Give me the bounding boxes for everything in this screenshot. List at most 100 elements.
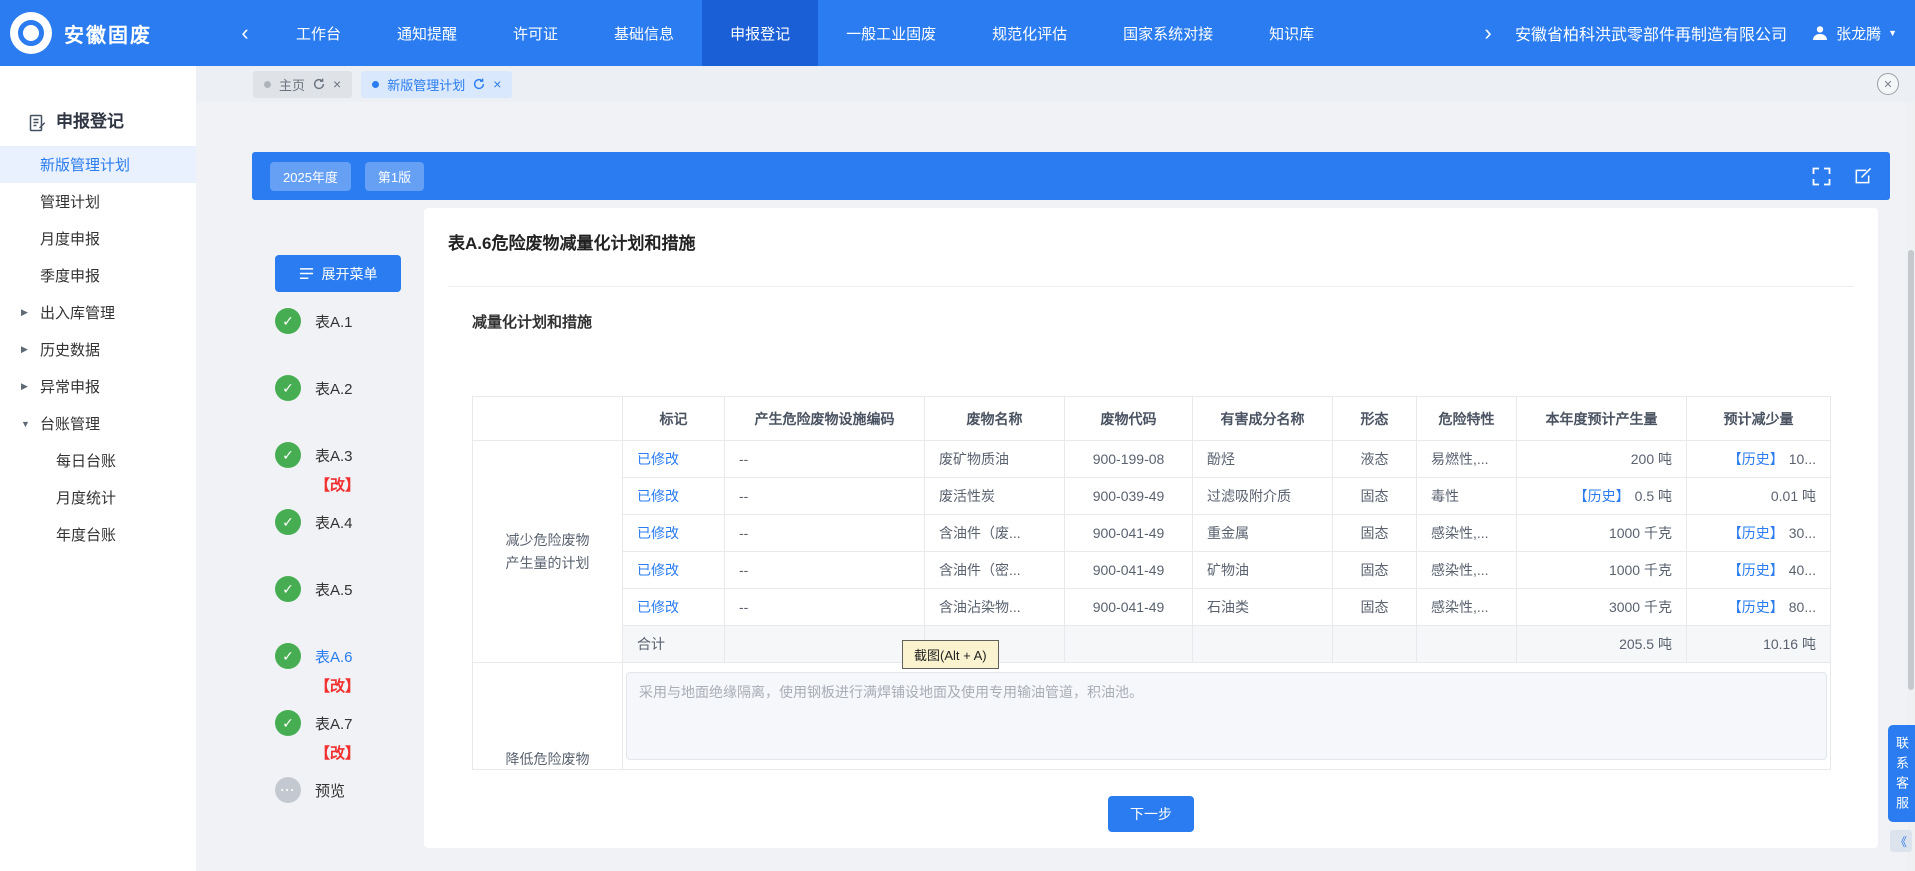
sidebar-item-quarterly-declaration[interactable]: 季度申报 bbox=[0, 257, 196, 294]
cell-hazard: 易燃性,... bbox=[1417, 441, 1517, 478]
step-preview[interactable]: ···预览 bbox=[275, 777, 445, 844]
modified-link[interactable]: 已修改 bbox=[637, 599, 679, 615]
step-table-a2[interactable]: ✓表A.2 bbox=[275, 375, 445, 442]
history-link[interactable]: 【历史】 bbox=[1728, 525, 1784, 541]
step-table-a4[interactable]: ✓表A.4 bbox=[275, 509, 445, 576]
modified-link[interactable]: 已修改 bbox=[637, 525, 679, 541]
step-done-icon: ✓ bbox=[275, 509, 301, 535]
page: { "colors": { "primary": "#2a7cf0", "suc… bbox=[0, 0, 1915, 871]
cell-facility-code: -- bbox=[725, 589, 925, 626]
cell-facility-code: -- bbox=[725, 552, 925, 589]
cell-waste-name: 废活性炭 bbox=[925, 478, 1065, 515]
history-link[interactable]: 【历史】 bbox=[1728, 599, 1784, 615]
modified-link[interactable]: 已修改 bbox=[637, 451, 679, 467]
sidebar-item-history-data[interactable]: ▶历史数据 bbox=[0, 331, 196, 368]
table-row: 减少危险废物产生量的计划 已修改 -- 废矿物质油 900-199-08 酚烃 … bbox=[473, 441, 1831, 478]
refresh-icon[interactable] bbox=[313, 78, 325, 90]
tab-status-dot bbox=[372, 81, 379, 88]
cell-form: 固态 bbox=[1333, 515, 1417, 552]
col-header-reduce-amount: 预计减少量 bbox=[1687, 397, 1831, 441]
cell-hazard: 感染性,... bbox=[1417, 515, 1517, 552]
cell-waste-name: 含油沾染物... bbox=[925, 589, 1065, 626]
cell-waste-code: 900-041-49 bbox=[1065, 552, 1193, 589]
nav-item-standard-assessment[interactable]: 规范化评估 bbox=[964, 0, 1095, 66]
sidebar-item-abnormal-declaration[interactable]: ▶异常申报 bbox=[0, 368, 196, 405]
sidebar-item-new-management-plan[interactable]: 新版管理计划 bbox=[0, 146, 196, 183]
nav-item-workbench[interactable]: 工作台 bbox=[268, 0, 369, 66]
sidebar-item-ledger-management[interactable]: ▼台账管理 bbox=[0, 405, 196, 442]
nav-scroll-left-icon[interactable]: ‹ bbox=[232, 22, 258, 44]
cell-reduce-amount: 0.01 吨 bbox=[1687, 478, 1831, 515]
table-row: 已修改 -- 废活性炭 900-039-49 过滤吸附介质 固态 毒性 【历史】… bbox=[473, 478, 1831, 515]
sidebar: 申报登记 新版管理计划 管理计划 月度申报 季度申报 ▶出入库管理 ▶历史数据 … bbox=[0, 66, 196, 871]
year-badge: 2025年度 bbox=[270, 162, 351, 191]
nav-item-basic-info[interactable]: 基础信息 bbox=[586, 0, 702, 66]
step-table-a3[interactable]: ✓表A.3 【改】 bbox=[275, 442, 445, 509]
expand-menu-button[interactable]: 展开菜单 bbox=[275, 255, 401, 292]
nav-item-national-system[interactable]: 国家系统对接 bbox=[1095, 0, 1241, 66]
history-link[interactable]: 【历史】 bbox=[1574, 488, 1630, 504]
menu-icon bbox=[299, 267, 314, 280]
measure-textarea[interactable]: 采用与地面绝缘隔离，使用钢板进行满焊铺设地面及使用专用输油管道，积油池。 bbox=[626, 672, 1827, 760]
cell-form: 固态 bbox=[1333, 589, 1417, 626]
cell-component: 矿物油 bbox=[1193, 552, 1333, 589]
total-label: 合计 bbox=[623, 626, 725, 663]
sidebar-item-monthly-stats[interactable]: 月度统计 bbox=[0, 479, 196, 516]
col-header-annual-amount: 本年度预计产生量 bbox=[1517, 397, 1687, 441]
step-table-a7[interactable]: ✓表A.7 【改】 bbox=[275, 710, 445, 777]
cell-waste-code: 900-041-49 bbox=[1065, 515, 1193, 552]
nav-item-license[interactable]: 许可证 bbox=[485, 0, 586, 66]
brand-title: 安徽固废 bbox=[64, 19, 152, 48]
section-title: 减量化计划和措施 bbox=[472, 311, 1830, 332]
sidebar-item-annual-ledger[interactable]: 年度台账 bbox=[0, 516, 196, 553]
fullscreen-icon[interactable] bbox=[1812, 167, 1831, 186]
scrollbar-thumb[interactable] bbox=[1908, 250, 1914, 690]
tab-home[interactable]: 主页 × bbox=[253, 71, 352, 98]
cell-component: 重金属 bbox=[1193, 515, 1333, 552]
sidebar-item-inout-management[interactable]: ▶出入库管理 bbox=[0, 294, 196, 331]
refresh-icon[interactable] bbox=[473, 78, 485, 90]
nav-scroll-right-icon[interactable]: › bbox=[1475, 22, 1501, 44]
customer-service-button[interactable]: 联系客服 bbox=[1888, 725, 1915, 822]
nav-item-knowledge-base[interactable]: 知识库 bbox=[1241, 0, 1342, 66]
total-annual-amount: 205.5 吨 bbox=[1517, 626, 1687, 663]
cell-waste-name: 废矿物质油 bbox=[925, 441, 1065, 478]
chevron-down-icon: ▼ bbox=[21, 419, 30, 429]
company-name: 安徽省柏科洪武零部件再制造有限公司 bbox=[1515, 21, 1787, 45]
tabs-menu-button[interactable]: ✕ bbox=[1877, 73, 1899, 95]
col-header-hazard: 危险特性 bbox=[1417, 397, 1517, 441]
user-menu[interactable]: 张龙腾 ▼ bbox=[1811, 23, 1897, 44]
cell-facility-code: -- bbox=[725, 478, 925, 515]
nav-item-notifications[interactable]: 通知提醒 bbox=[369, 0, 485, 66]
close-icon[interactable]: × bbox=[493, 77, 501, 91]
step-table-a5[interactable]: ✓表A.5 bbox=[275, 576, 445, 643]
col-header-waste-code: 废物代码 bbox=[1065, 397, 1193, 441]
edit-icon[interactable] bbox=[1853, 167, 1872, 186]
modified-link[interactable]: 已修改 bbox=[637, 562, 679, 578]
modified-link[interactable]: 已修改 bbox=[637, 488, 679, 504]
step-table-a1[interactable]: ✓表A.1 bbox=[275, 308, 445, 375]
cell-annual-amount: 1000 千克 bbox=[1517, 515, 1687, 552]
sidebar-item-daily-ledger[interactable]: 每日台账 bbox=[0, 442, 196, 479]
nav-item-general-industrial-waste[interactable]: 一般工业固废 bbox=[818, 0, 964, 66]
collapse-button[interactable]: 《 bbox=[1890, 830, 1912, 852]
close-icon[interactable]: × bbox=[333, 77, 341, 91]
step-table-a6[interactable]: ✓表A.6 【改】 bbox=[275, 643, 445, 710]
top-nav: 安徽固废 ‹ 工作台 通知提醒 许可证 基础信息 申报登记 一般工业固废 规范化… bbox=[0, 0, 1915, 66]
next-step-button[interactable]: 下一步 bbox=[1108, 796, 1194, 832]
history-link[interactable]: 【历史】 bbox=[1728, 451, 1784, 467]
cell-form: 液态 bbox=[1333, 441, 1417, 478]
sidebar-menu: 新版管理计划 管理计划 月度申报 季度申报 ▶出入库管理 ▶历史数据 ▶异常申报… bbox=[0, 146, 196, 553]
cell-waste-name: 含油件（废... bbox=[925, 515, 1065, 552]
tab-new-management-plan[interactable]: 新版管理计划 × bbox=[361, 71, 512, 98]
chevron-down-icon: ▼ bbox=[1888, 28, 1897, 38]
history-link[interactable]: 【历史】 bbox=[1728, 562, 1784, 578]
cell-waste-code: 900-039-49 bbox=[1065, 478, 1193, 515]
col-header-form: 形态 bbox=[1333, 397, 1417, 441]
nav-item-declaration[interactable]: 申报登记 bbox=[702, 0, 818, 66]
reduction-section: 减量化计划和措施 标记 产生危险废物设施编码 废物名称 废物代码 有害成分名称 … bbox=[448, 286, 1854, 832]
sidebar-item-management-plan[interactable]: 管理计划 bbox=[0, 183, 196, 220]
cell-waste-name: 含油件（密... bbox=[925, 552, 1065, 589]
sidebar-item-monthly-declaration[interactable]: 月度申报 bbox=[0, 220, 196, 257]
cell-waste-code: 900-199-08 bbox=[1065, 441, 1193, 478]
